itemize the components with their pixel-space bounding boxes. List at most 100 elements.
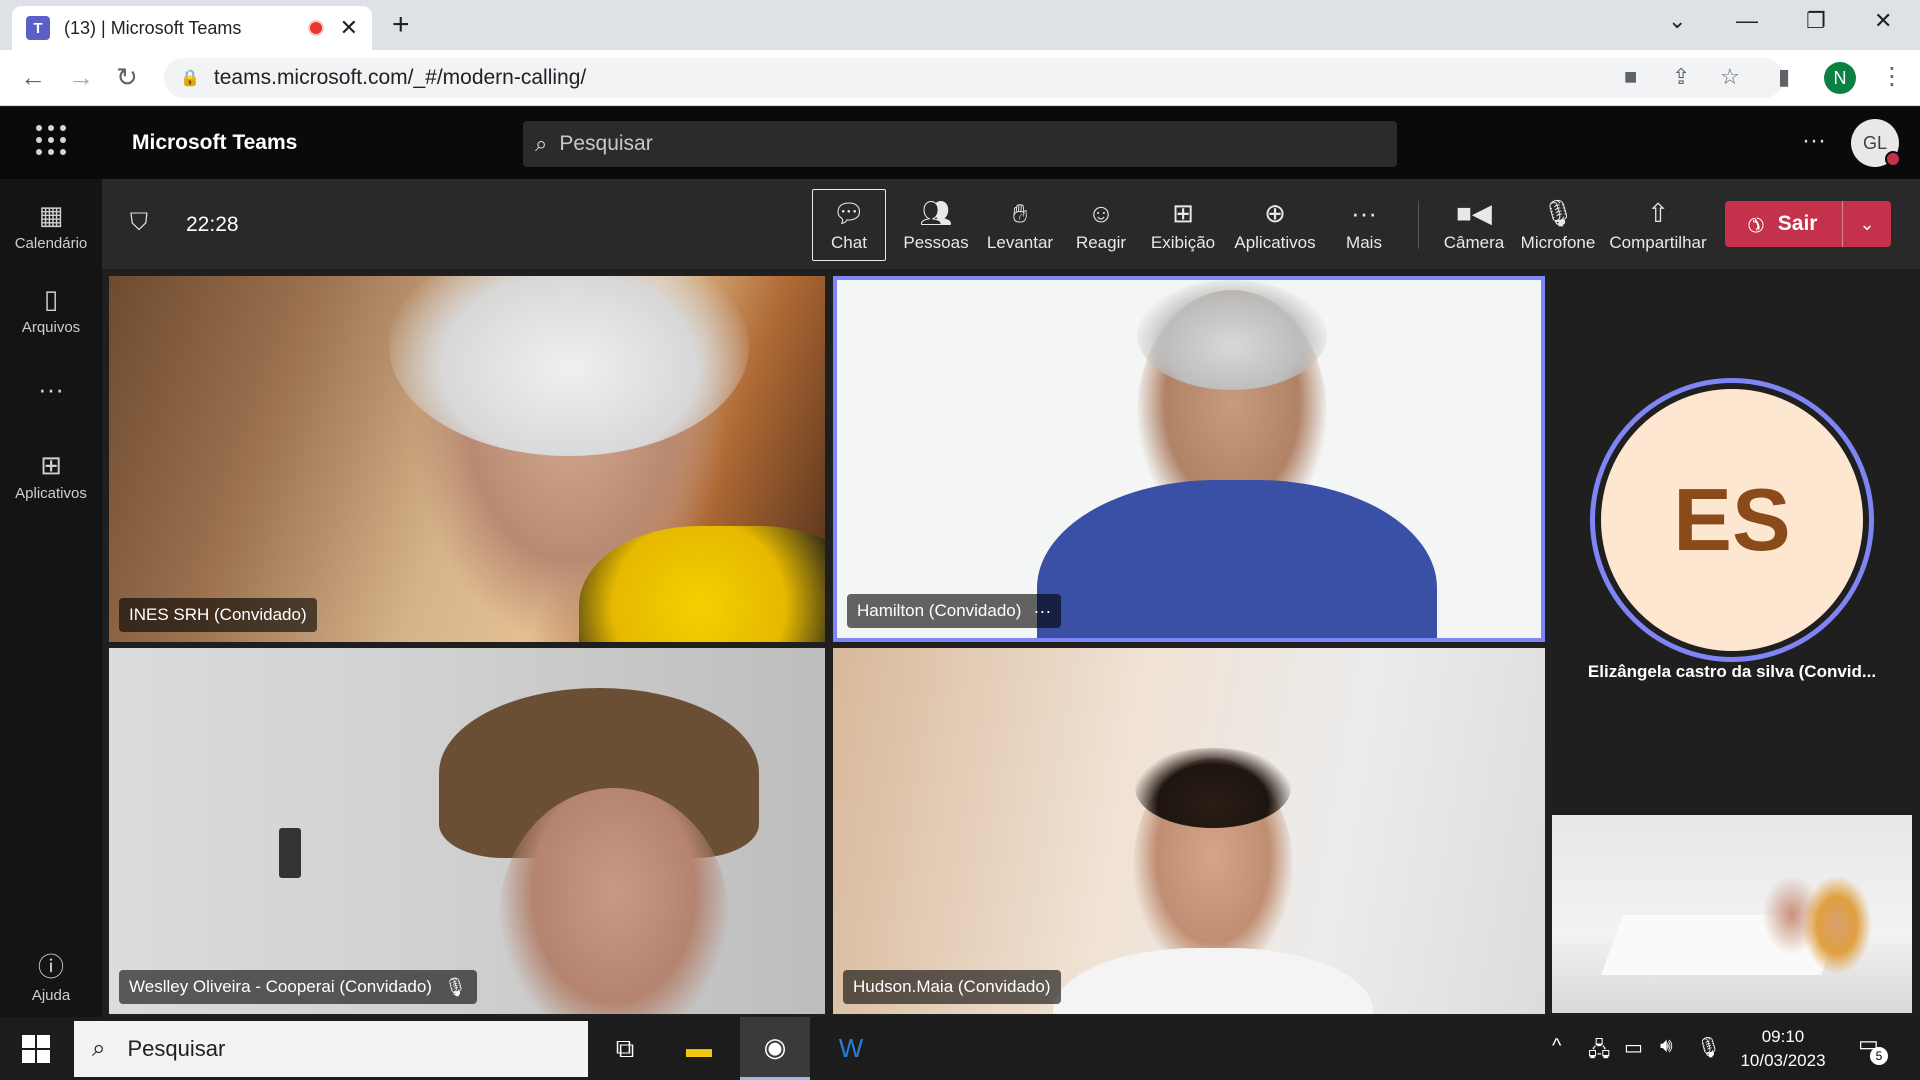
minimize-button[interactable]: — (1736, 8, 1758, 34)
volume-icon[interactable]: 🔊︎ (1660, 1035, 1673, 1058)
video-tile-ines[interactable]: INES SRH (Convidado) (109, 276, 825, 642)
call-control-bar: ⛉ 22:28 💬︎ Chat 👥︎ Pessoas ✋︎ Levantar ☺… (102, 179, 1920, 269)
notification-center-icon[interactable]: ▭ 5 (1858, 1031, 1888, 1065)
microphone-icon: 🎙︎ (1541, 198, 1575, 228)
ethernet-icon[interactable]: ▭ (1624, 1035, 1643, 1060)
browser-tab-bar: T (13) | Microsoft Teams ✕ + ⌄ — ❐ ✕ (0, 0, 1920, 50)
notification-badge: 5 (1870, 1047, 1888, 1065)
camera-permission-icon[interactable]: ■ (1624, 64, 1637, 90)
add-app-icon: ⊕ (1264, 198, 1286, 228)
elizangela-avatar: ES (1601, 389, 1863, 651)
back-button[interactable]: ← (20, 62, 46, 93)
user-avatar[interactable]: GL (1851, 119, 1901, 167)
name-tag-ines: INES SRH (Convidado) (119, 598, 317, 632)
microphone-button[interactable]: 🎙︎ Microfone (1518, 189, 1598, 261)
clock-time: 09:10 (1761, 1027, 1805, 1046)
more-label: Mais (1346, 233, 1382, 252)
rail-item-more[interactable]: ··· (0, 373, 102, 405)
omnibox[interactable]: 🔒 teams.microsoft.com/_#/modern-calling/ (164, 58, 1784, 98)
apps-icon: ⊞ (40, 450, 62, 480)
settings-more-icon[interactable]: ··· (1802, 127, 1826, 155)
share-icon[interactable]: ⇪ (1672, 64, 1690, 90)
apps-button[interactable]: ⊕ Aplicativos (1230, 189, 1320, 261)
avatar-tile-elizangela[interactable]: ES (1590, 378, 1874, 662)
chat-label: Chat (831, 233, 867, 252)
lock-icon[interactable]: 🔒 (180, 68, 200, 88)
rail-label: Aplicativos (15, 485, 87, 502)
people-label: Pessoas (903, 233, 969, 252)
file-icon: ▯ (43, 284, 59, 314)
chat-button[interactable]: 💬︎ Chat (812, 189, 886, 261)
bookmark-star-icon[interactable]: ☆ (1720, 64, 1740, 90)
tab-search-chevron-icon[interactable]: ⌄ (1668, 8, 1686, 34)
close-window-button[interactable]: ✕ (1874, 8, 1892, 34)
leave-main[interactable]: ✆ Sair (1725, 201, 1843, 247)
windows-taskbar: ⌕ Pesquisar ⧉ ▬ ◉ W ^ 🖧︎ ▭ 🔊︎ 🎙︎ 09:10 1… (0, 1017, 1920, 1080)
more-button[interactable]: ··· Mais (1334, 189, 1394, 261)
mic-muted-icon: 🎙︎ (443, 976, 467, 997)
browser-profile-avatar[interactable]: N (1824, 62, 1856, 94)
react-label: Reagir (1075, 233, 1127, 252)
teams-search-box[interactable]: ⌕ (523, 121, 1397, 167)
rail-label: Ajuda (31, 987, 71, 1004)
restore-button[interactable]: ❐ (1806, 8, 1826, 34)
camera-button[interactable]: ■◀ Câmera (1438, 189, 1510, 261)
share-button[interactable]: ⇧ Compartilhar (1606, 189, 1710, 261)
react-button[interactable]: ☺ Reagir (1068, 189, 1134, 261)
chrome-taskbar-icon[interactable]: ◉ (740, 1017, 810, 1080)
participant-name: Hudson.Maia (Convidado) (853, 977, 1051, 996)
user-initials: GL (1862, 132, 1887, 153)
video-tile-weslley[interactable]: Weslley Oliveira - Cooperai (Convidado) … (109, 648, 825, 1014)
show-hidden-icons-chevron[interactable]: ^ (1552, 1035, 1561, 1058)
people-button[interactable]: 👥︎ Pessoas (900, 189, 972, 261)
new-tab-button[interactable]: + (392, 8, 410, 42)
call-timer: 22:28 (186, 213, 239, 236)
word-icon[interactable]: W (816, 1017, 886, 1080)
search-icon: ⌕ (535, 131, 548, 156)
rail-item-help[interactable]: ⓘ Ajuda (0, 951, 102, 1004)
video-tile-hudson[interactable]: Hudson.Maia (Convidado) (833, 648, 1545, 1014)
people-icon: 👥︎ (919, 198, 953, 228)
forward-button[interactable]: → (68, 62, 94, 93)
side-panel-icon[interactable]: ▮ (1778, 64, 1790, 90)
rail-item-calendar[interactable]: ▦ Calendário (0, 199, 102, 252)
left-rail: ▦ Calendário ▯ Arquivos ··· ⊞ Aplicativo… (0, 179, 102, 1017)
participant-video (1802, 875, 1872, 975)
name-tag-hudson: Hudson.Maia (Convidado) (843, 970, 1061, 1004)
self-video-preview[interactable] (1552, 815, 1912, 1013)
participant-name: INES SRH (Convidado) (129, 605, 307, 624)
teams-logo-icon: T (26, 16, 50, 40)
leave-button[interactable]: ✆ Sair ⌄ (1725, 201, 1891, 247)
leave-label: Sair (1777, 212, 1818, 235)
search-input[interactable] (559, 132, 1360, 156)
rail-item-apps[interactable]: ⊞ Aplicativos (0, 449, 102, 502)
reload-button[interactable]: ↻ (116, 62, 138, 93)
browser-menu-icon[interactable]: ⋮ (1880, 62, 1904, 91)
apps-label: Aplicativos (1234, 233, 1316, 252)
leave-options-chevron-icon[interactable]: ⌄ (1843, 214, 1891, 235)
task-view-icon[interactable]: ⧉ (590, 1017, 660, 1080)
name-label-elizangela: Elizângela castro da silva (Convid... (1587, 662, 1877, 681)
participant-hair (1135, 748, 1291, 828)
view-button[interactable]: ⊞ Exibição (1148, 189, 1218, 261)
shield-icon[interactable]: ⛉ (130, 209, 148, 237)
participant-shirt (1053, 948, 1373, 1014)
browser-tab[interactable]: T (13) | Microsoft Teams ✕ (12, 6, 372, 50)
network-icon[interactable]: 🖧︎ (1588, 1035, 1610, 1069)
participant-more-icon[interactable]: ··· (1033, 601, 1051, 622)
name-tag-hamilton: Hamilton (Convidado) ··· (847, 594, 1062, 628)
tab-close-icon[interactable]: ✕ (340, 15, 358, 41)
taskbar-search[interactable]: ⌕ Pesquisar (74, 1021, 588, 1077)
app-launcher-icon[interactable] (36, 125, 66, 155)
file-explorer-icon[interactable]: ▬ (664, 1017, 734, 1080)
camera-label: Câmera (1443, 233, 1505, 252)
url-text[interactable]: teams.microsoft.com/_#/modern-calling/ (214, 66, 586, 90)
windows-start-icon[interactable] (22, 1035, 50, 1063)
raise-hand-button[interactable]: ✋︎ Levantar (984, 189, 1056, 261)
name-tag-weslley: Weslley Oliveira - Cooperai (Convidado) … (119, 970, 477, 1004)
rail-item-files[interactable]: ▯ Arquivos (0, 283, 102, 336)
video-tile-hamilton[interactable]: Hamilton (Convidado) ··· (833, 276, 1545, 642)
more-icon: ··· (1351, 198, 1377, 228)
system-clock[interactable]: 09:10 10/03/2023 (1718, 1025, 1848, 1073)
share-label: Compartilhar (1609, 233, 1707, 252)
